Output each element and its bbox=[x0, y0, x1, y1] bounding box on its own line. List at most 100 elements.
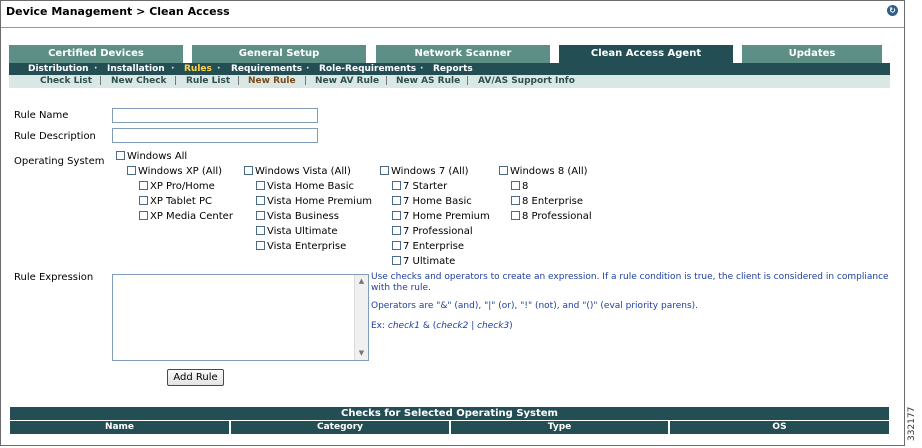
nav-rule-list[interactable]: Rule List bbox=[186, 75, 230, 88]
checkbox-vista-business[interactable]: Vista Business bbox=[256, 211, 339, 222]
checkbox-label: Vista Home Premium bbox=[267, 196, 373, 207]
checkbox-8-enterprise[interactable]: 8 Enterprise bbox=[511, 196, 583, 207]
checkbox-icon[interactable] bbox=[139, 211, 148, 220]
tab-updates[interactable]: Updates bbox=[742, 45, 882, 63]
checkbox-icon[interactable] bbox=[392, 181, 401, 190]
example-check2: check2 bbox=[436, 321, 469, 331]
column-category[interactable]: Category bbox=[231, 421, 449, 434]
example-check1: check1 bbox=[387, 321, 420, 331]
example-suffix: ) bbox=[509, 321, 513, 331]
column-os[interactable]: OS bbox=[670, 421, 889, 434]
checkbox-windows-all[interactable]: Windows All bbox=[116, 151, 187, 162]
checkbox-7-starter[interactable]: 7 Starter bbox=[392, 181, 447, 192]
tab-network-scanner[interactable]: Network Scanner bbox=[376, 45, 550, 63]
checkbox-label: 8 Enterprise bbox=[522, 196, 583, 207]
checkbox-icon[interactable] bbox=[244, 166, 253, 175]
rule-name-input[interactable] bbox=[112, 108, 318, 123]
column-name[interactable]: Name bbox=[10, 421, 229, 434]
checkbox-windows-vista[interactable]: Windows Vista (All) bbox=[244, 166, 351, 177]
subnav-separator: · bbox=[306, 64, 310, 74]
checkbox-label: Windows All bbox=[127, 151, 188, 162]
refresh-icon[interactable]: ↻ bbox=[887, 5, 898, 16]
checkbox-7-home-premium[interactable]: 7 Home Premium bbox=[392, 211, 490, 222]
checkbox-7-home-basic[interactable]: 7 Home Basic bbox=[392, 196, 472, 207]
thirdnav: Check List | New Check | Rule List | New… bbox=[9, 75, 890, 88]
nav-new-av-rule[interactable]: New AV Rule bbox=[315, 75, 379, 88]
checkbox-icon[interactable] bbox=[116, 151, 125, 160]
checkbox-icon[interactable] bbox=[392, 211, 401, 220]
checkbox-vista-ultimate[interactable]: Vista Ultimate bbox=[256, 226, 338, 237]
textarea-scrollbar[interactable]: ▲ ▼ bbox=[354, 275, 368, 360]
checkbox-icon[interactable] bbox=[127, 166, 136, 175]
checkbox-icon[interactable] bbox=[392, 226, 401, 235]
checkbox-icon[interactable] bbox=[256, 196, 265, 205]
checkbox-vista-home-basic[interactable]: Vista Home Basic bbox=[256, 181, 354, 192]
checkbox-label: 7 Home Premium bbox=[403, 211, 490, 222]
subnav-distribution[interactable]: Distribution bbox=[28, 63, 89, 75]
nav-separator: | bbox=[174, 76, 178, 86]
checkbox-label: 7 Ultimate bbox=[403, 256, 456, 267]
subnav-role-requirements[interactable]: Role-Requirements bbox=[319, 63, 416, 75]
checkbox-icon[interactable] bbox=[392, 241, 401, 250]
checkbox-8-professional[interactable]: 8 Professional bbox=[511, 211, 592, 222]
checkbox-windows-7[interactable]: Windows 7 (All) bbox=[380, 166, 469, 177]
checkbox-vista-enterprise[interactable]: Vista Enterprise bbox=[256, 241, 346, 252]
checkbox-icon[interactable] bbox=[256, 241, 265, 250]
checkbox-icon[interactable] bbox=[499, 166, 508, 175]
rule-expression-textarea[interactable]: ▲ ▼ bbox=[112, 274, 369, 361]
tab-clean-access-agent[interactable]: Clean Access Agent bbox=[559, 45, 733, 63]
checkbox-windows-xp[interactable]: Windows XP (All) bbox=[127, 166, 222, 177]
add-rule-button[interactable]: Add Rule bbox=[167, 369, 224, 386]
subnav-separator: · bbox=[171, 64, 175, 74]
subnav-requirements[interactable]: Requirements bbox=[231, 63, 302, 75]
checkbox-label: XP Media Center bbox=[150, 211, 233, 222]
checkbox-label: XP Tablet PC bbox=[150, 196, 213, 207]
example-operator: | bbox=[468, 321, 478, 331]
checkbox-label: Windows 7 (All) bbox=[391, 166, 469, 177]
page-title: Device Management > Clean Access bbox=[6, 5, 230, 18]
checkbox-icon[interactable] bbox=[256, 211, 265, 220]
subnav-installation[interactable]: Installation bbox=[107, 63, 165, 75]
checkbox-7-enterprise[interactable]: 7 Enterprise bbox=[392, 241, 464, 252]
checkbox-8[interactable]: 8 bbox=[511, 181, 528, 192]
checkbox-icon[interactable] bbox=[380, 166, 389, 175]
checkbox-vista-home-premium[interactable]: Vista Home Premium bbox=[256, 196, 372, 207]
checkbox-icon[interactable] bbox=[392, 196, 401, 205]
checkbox-7-ultimate[interactable]: 7 Ultimate bbox=[392, 256, 455, 267]
rule-description-input[interactable] bbox=[112, 128, 318, 143]
help-text-expression: Use checks and operators to create an ex… bbox=[371, 272, 889, 293]
checkbox-windows-8[interactable]: Windows 8 (All) bbox=[499, 166, 588, 177]
scroll-up-icon[interactable]: ▲ bbox=[355, 275, 368, 288]
checks-table-title: Checks for Selected Operating System bbox=[10, 407, 889, 420]
checkbox-icon[interactable] bbox=[511, 196, 520, 205]
checkbox-icon[interactable] bbox=[511, 181, 520, 190]
checkbox-icon[interactable] bbox=[392, 256, 401, 265]
checkbox-xp-pro-home[interactable]: XP Pro/Home bbox=[139, 181, 215, 192]
checkbox-label: Vista Business bbox=[267, 211, 339, 222]
subnav-reports[interactable]: Reports bbox=[433, 63, 473, 75]
tab-certified-devices[interactable]: Certified Devices bbox=[9, 45, 183, 63]
column-type[interactable]: Type bbox=[451, 421, 668, 434]
checkbox-icon[interactable] bbox=[139, 196, 148, 205]
nav-check-list[interactable]: Check List bbox=[40, 75, 92, 88]
checkbox-label: XP Pro/Home bbox=[150, 181, 215, 192]
tab-general-setup[interactable]: General Setup bbox=[192, 45, 366, 63]
subnav-separator: · bbox=[94, 64, 98, 74]
example-prefix: Ex: bbox=[371, 321, 388, 331]
checkbox-xp-media-center[interactable]: XP Media Center bbox=[139, 211, 233, 222]
operating-system-label: Operating System bbox=[14, 156, 105, 167]
help-text-example: Ex: check1 & (check2 | check3) bbox=[371, 321, 901, 332]
checkbox-7-professional[interactable]: 7 Professional bbox=[392, 226, 473, 237]
checkbox-icon[interactable] bbox=[256, 181, 265, 190]
subnav-rules[interactable]: Rules bbox=[184, 63, 212, 75]
checkbox-icon[interactable] bbox=[511, 211, 520, 220]
nav-av-as-support-info[interactable]: AV/AS Support Info bbox=[478, 75, 575, 88]
checkbox-icon[interactable] bbox=[139, 181, 148, 190]
nav-new-as-rule[interactable]: New AS Rule bbox=[396, 75, 460, 88]
nav-new-rule[interactable]: New Rule bbox=[248, 75, 296, 88]
checkbox-label: Windows 8 (All) bbox=[510, 166, 588, 177]
scroll-down-icon[interactable]: ▼ bbox=[355, 347, 368, 360]
checkbox-icon[interactable] bbox=[256, 226, 265, 235]
nav-new-check[interactable]: New Check bbox=[111, 75, 167, 88]
checkbox-xp-tablet-pc[interactable]: XP Tablet PC bbox=[139, 196, 212, 207]
